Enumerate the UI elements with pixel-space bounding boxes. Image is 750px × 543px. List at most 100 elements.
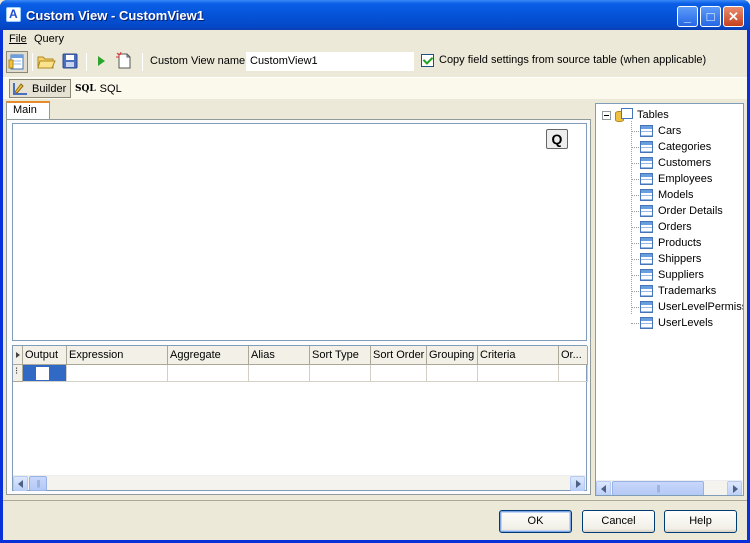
scroll-thumb[interactable]: [612, 481, 704, 495]
query-design-area[interactable]: Q: [12, 123, 587, 341]
tree-item-employees[interactable]: Employees: [640, 171, 712, 187]
expression-cell[interactable]: [67, 365, 168, 382]
sort-order-cell[interactable]: [371, 365, 427, 382]
open-folder-icon: [37, 56, 56, 69]
table-icon: [640, 157, 653, 169]
scroll-right-arrow-icon[interactable]: [570, 476, 585, 491]
table-icon: [640, 205, 653, 217]
scroll-left-arrow-icon[interactable]: [13, 476, 28, 491]
output-cell[interactable]: [23, 365, 67, 382]
tree-item-userlevelpermissions[interactable]: UserLevelPermissions: [640, 299, 743, 315]
custom-view-window: Custom View - CustomView1 _ □ ✕ File Que…: [0, 0, 750, 543]
scroll-right-arrow-icon[interactable]: [727, 481, 742, 495]
tree-item-label: Order Details: [658, 205, 723, 217]
builder-mode-button[interactable]: Builder: [9, 79, 72, 98]
menu-file[interactable]: File: [9, 33, 27, 45]
query-options-button[interactable]: Q: [546, 129, 568, 149]
tree-branch: [631, 147, 639, 148]
copy-field-settings-label[interactable]: Copy field settings from source table (w…: [439, 54, 706, 66]
collapse-icon[interactable]: [602, 110, 611, 120]
tree-horizontal-scrollbar[interactable]: [596, 480, 743, 495]
tree-item-label: Suppliers: [658, 269, 704, 281]
column-header-alias[interactable]: Alias: [249, 346, 310, 365]
tree-item-label: UserLevelPermissions: [658, 301, 743, 313]
tree-item-userlevels[interactable]: UserLevels: [640, 315, 713, 331]
row-selector-header: [13, 346, 23, 365]
custom-view-name-label: Custom View name: [150, 55, 246, 67]
help-button[interactable]: Help: [664, 510, 737, 533]
table-icon: [640, 125, 653, 137]
tree-branch: [631, 243, 639, 244]
tree-item-models[interactable]: Models: [640, 187, 693, 203]
tree-item-label: Cars: [658, 125, 682, 137]
output-checkbox[interactable]: [36, 367, 49, 380]
tree-branch: [631, 131, 639, 132]
tree-item-customers[interactable]: Customers: [640, 155, 711, 171]
sort-type-cell[interactable]: [310, 365, 371, 382]
tree-connector: [631, 121, 632, 314]
save-button[interactable]: [60, 51, 82, 73]
query-field-grid: Output Expression Aggregate Alias Sort T…: [12, 345, 588, 491]
builder-mode-label: Builder: [32, 82, 67, 95]
tree-item-label: Trademarks: [658, 285, 717, 297]
cancel-button[interactable]: Cancel: [582, 510, 655, 533]
tab-main[interactable]: Main: [6, 101, 50, 120]
copy-field-settings-checkbox[interactable]: [421, 54, 434, 67]
tree-item-cars[interactable]: Cars: [640, 123, 681, 139]
menu-query[interactable]: Query: [34, 33, 64, 45]
table-icon: [640, 221, 653, 233]
column-header-expression[interactable]: Expression: [67, 346, 168, 365]
tree-item-trademarks[interactable]: Trademarks: [640, 283, 716, 299]
column-header-sort-order[interactable]: Sort Order: [371, 346, 427, 365]
grid-horizontal-scrollbar[interactable]: [13, 475, 586, 491]
save-icon: [62, 53, 78, 69]
column-header-sort-type[interactable]: Sort Type: [310, 346, 371, 365]
query-builder-button[interactable]: [6, 51, 28, 73]
tree-branch: [631, 259, 639, 260]
tree-item-label: Shippers: [658, 253, 702, 265]
run-icon: [98, 56, 105, 66]
ok-button[interactable]: OK: [499, 510, 572, 533]
tree-root-tables[interactable]: Tables: [602, 107, 669, 123]
tree-item-orders[interactable]: Orders: [640, 219, 692, 235]
builder-icon: [13, 82, 27, 95]
column-header-output[interactable]: Output: [23, 346, 67, 365]
custom-view-name-input[interactable]: CustomView1: [246, 52, 414, 71]
row-selector[interactable]: [13, 365, 23, 382]
criteria-cell[interactable]: [478, 365, 559, 382]
table-icon: [640, 317, 653, 329]
column-header-criteria[interactable]: Criteria: [478, 346, 559, 365]
open-button[interactable]: [36, 51, 58, 73]
column-header-aggregate[interactable]: Aggregate: [168, 346, 249, 365]
or-cell[interactable]: [559, 365, 588, 382]
column-header-grouping[interactable]: Grouping: [427, 346, 478, 365]
scroll-left-arrow-icon[interactable]: [596, 481, 611, 495]
scroll-thumb[interactable]: [29, 476, 47, 491]
tree-branch: [631, 179, 639, 180]
table-icon: [640, 269, 653, 281]
grouping-cell[interactable]: [427, 365, 478, 382]
tree-item-order-details[interactable]: Order Details: [640, 203, 723, 219]
menu-bar: File Query: [3, 30, 747, 49]
tree-item-categories[interactable]: Categories: [640, 139, 711, 155]
title-bar[interactable]: Custom View - CustomView1 _ □ ✕: [0, 0, 750, 30]
tree-item-products[interactable]: Products: [640, 235, 701, 251]
toolbar-separator: [142, 53, 143, 71]
close-button[interactable]: ✕: [723, 6, 744, 27]
aggregate-cell[interactable]: [168, 365, 249, 382]
table-icon: [640, 173, 653, 185]
alias-cell[interactable]: [249, 365, 310, 382]
tree-item-label: Orders: [658, 221, 692, 233]
sql-mode-button[interactable]: SQL SQL: [73, 79, 124, 98]
tree-branch: [631, 291, 639, 292]
grid-header: Output Expression Aggregate Alias Sort T…: [13, 346, 588, 365]
tree-item-suppliers[interactable]: Suppliers: [640, 267, 704, 283]
tree-item-shippers[interactable]: Shippers: [640, 251, 701, 267]
minimize-button[interactable]: _: [677, 6, 698, 27]
maximize-button[interactable]: □: [700, 6, 721, 27]
table-row[interactable]: [13, 365, 588, 382]
run-button[interactable]: [91, 51, 113, 73]
column-header-or[interactable]: Or...: [559, 346, 588, 365]
new-button[interactable]: [114, 51, 136, 73]
tree-item-label: Customers: [658, 157, 712, 169]
